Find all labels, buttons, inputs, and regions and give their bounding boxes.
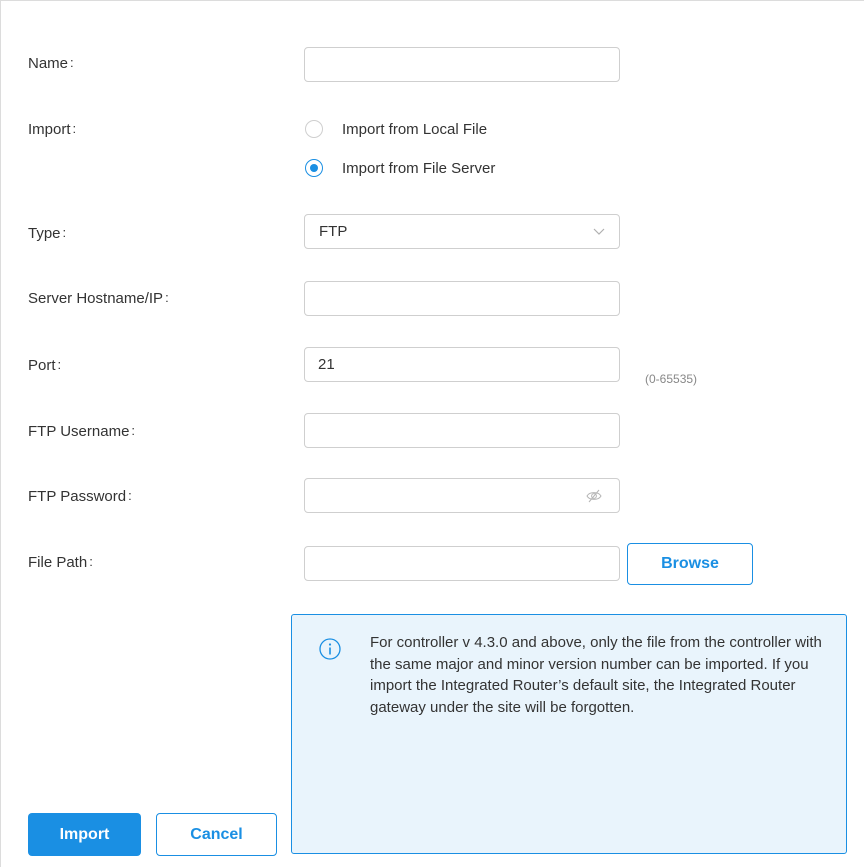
radio-button-unchecked[interactable] — [305, 120, 323, 138]
server-hostname-input[interactable] — [304, 281, 620, 316]
name-label: Name: — [28, 53, 74, 74]
radio-import-file-server[interactable]: Import from File Server — [305, 157, 495, 179]
eye-slash-icon[interactable] — [586, 489, 602, 503]
port-label-colon: : — [57, 357, 62, 372]
ftp-username-label: FTP Username: — [28, 421, 135, 442]
import-label: Import: — [28, 119, 76, 140]
browse-button[interactable]: Browse — [627, 543, 753, 585]
ftp-username-input[interactable] — [304, 413, 620, 448]
chevron-down-icon — [593, 228, 605, 235]
port-label-text: Port — [28, 357, 56, 374]
info-notice-text: For controller v 4.3.0 and above, only t… — [370, 634, 822, 716]
file-path-label-colon: : — [89, 554, 93, 569]
radio-import-local-file-label: Import from Local File — [342, 120, 488, 138]
name-input[interactable] — [304, 47, 620, 82]
info-icon — [319, 638, 341, 660]
type-label-text: Type — [28, 225, 61, 242]
info-notice: For controller v 4.3.0 and above, only t… — [291, 614, 847, 854]
import-label-colon: : — [72, 121, 77, 136]
import-site-form: Name: Import: Import from Local File Imp… — [0, 0, 864, 867]
cancel-button[interactable]: Cancel — [156, 813, 277, 856]
type-label-colon: : — [62, 225, 67, 240]
type-select[interactable]: FTP — [304, 214, 620, 249]
file-path-label-text: File Path — [28, 554, 88, 571]
radio-button-checked[interactable] — [305, 159, 323, 177]
name-label-text: Name — [28, 55, 69, 72]
import-label-text: Import — [28, 121, 71, 138]
ftp-password-label-text: FTP Password — [28, 488, 127, 505]
server-hostname-label-colon: : — [165, 290, 169, 305]
type-select-value: FTP — [319, 223, 348, 240]
ftp-username-label-text: FTP Username — [28, 423, 130, 440]
ftp-username-label-colon: : — [131, 423, 136, 438]
import-button[interactable]: Import — [28, 813, 141, 856]
file-path-input[interactable] — [304, 546, 620, 581]
server-hostname-label-text: Server Hostname/IP — [28, 290, 164, 307]
radio-import-file-server-label: Import from File Server — [342, 159, 496, 177]
port-range-hint: (0-65535) — [645, 372, 698, 386]
ftp-password-input[interactable] — [304, 478, 620, 513]
type-label: Type: — [28, 223, 66, 244]
port-input[interactable]: 21 — [304, 347, 620, 382]
file-path-label: File Path: — [28, 552, 93, 573]
server-hostname-label: Server Hostname/IP: — [28, 288, 169, 309]
radio-import-local-file[interactable]: Import from Local File — [305, 118, 487, 140]
ftp-password-label-colon: : — [128, 488, 132, 503]
ftp-password-label: FTP Password: — [28, 486, 132, 507]
port-label: Port: — [28, 355, 61, 376]
name-label-colon: : — [70, 55, 74, 70]
